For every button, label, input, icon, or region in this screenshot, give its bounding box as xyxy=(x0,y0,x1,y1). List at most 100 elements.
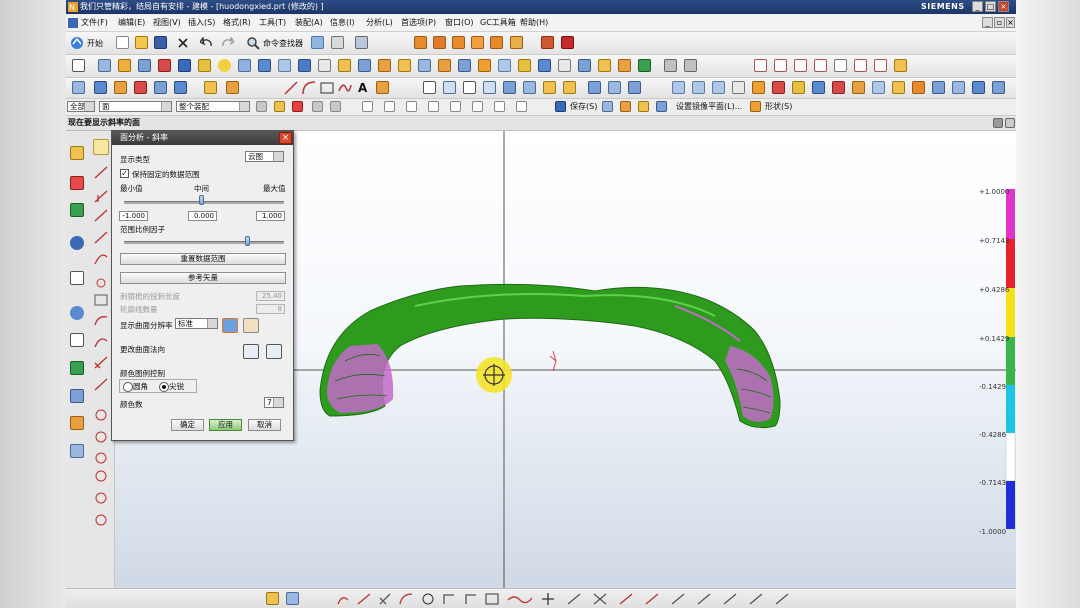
view-icon-4[interactable] xyxy=(563,81,576,94)
min-value-field[interactable]: -1.000 xyxy=(119,211,148,221)
chamfer-icon[interactable] xyxy=(298,59,311,72)
layer-icon-2[interactable] xyxy=(620,101,631,112)
surface-icon-5[interactable] xyxy=(154,81,167,94)
render-icon-4[interactable] xyxy=(732,81,745,94)
split-icon[interactable] xyxy=(458,59,471,72)
shape-icon[interactable] xyxy=(750,101,761,112)
dialog-title-bar[interactable]: 面分析 - 斜率 × xyxy=(112,131,293,145)
studio-spline-icon[interactable] xyxy=(338,81,352,95)
command-finder-icon[interactable] xyxy=(246,36,260,50)
bottom-sketch-icon[interactable] xyxy=(266,592,279,605)
rectangle-icon[interactable] xyxy=(320,81,334,95)
new-file-icon[interactable] xyxy=(116,36,129,49)
view-icon-2[interactable] xyxy=(523,81,536,94)
render-icon-5[interactable] xyxy=(752,81,765,94)
pattern-icon[interactable] xyxy=(378,59,391,72)
tool-icon-c[interactable] xyxy=(355,36,368,49)
assembly-navigator-icon[interactable] xyxy=(70,146,84,160)
web-browser-icon[interactable] xyxy=(70,236,84,250)
feature-icon-1[interactable] xyxy=(414,36,427,49)
menu-file[interactable]: 文件(F) xyxy=(81,17,108,28)
view-icon-3[interactable] xyxy=(543,81,556,94)
cancel-button[interactable]: 取消 xyxy=(248,419,281,431)
range-scale-slider-track[interactable] xyxy=(124,241,284,244)
reuse-library-icon[interactable] xyxy=(70,203,84,217)
snap-point-icon-8[interactable] xyxy=(516,101,527,112)
curve-icon[interactable] xyxy=(684,59,697,72)
system-materials-icon[interactable] xyxy=(70,333,84,347)
save-button[interactable]: 保存(S) xyxy=(570,101,597,112)
render-icon-7[interactable] xyxy=(792,81,805,94)
arc-icon[interactable] xyxy=(302,81,316,95)
snap-point-icon-3[interactable] xyxy=(406,101,417,112)
dialog-close-button[interactable]: × xyxy=(279,132,292,144)
surface-icon-4[interactable] xyxy=(134,81,147,94)
doc-close-button[interactable]: × xyxy=(1006,17,1015,28)
assembly-scope-select[interactable]: 整个装配 xyxy=(176,101,250,112)
tool-icon-a[interactable] xyxy=(311,36,324,49)
curve-tool-icon-7[interactable] xyxy=(874,59,887,72)
curve-tool-icon-6[interactable] xyxy=(854,59,867,72)
unite-icon[interactable] xyxy=(478,59,491,72)
face-filter-select[interactable]: 面 xyxy=(99,101,172,112)
spike-length-field[interactable]: 25.40 xyxy=(256,291,285,301)
block-icon[interactable] xyxy=(178,59,191,72)
feature-icon-8[interactable] xyxy=(561,36,574,49)
snap-point-icon-5[interactable] xyxy=(450,101,461,112)
sew-icon[interactable] xyxy=(438,59,451,72)
menu-insert[interactable]: 插入(S) xyxy=(188,17,215,28)
render-icon-16[interactable] xyxy=(972,81,985,94)
cylinder-icon[interactable] xyxy=(198,59,211,72)
undo-icon[interactable] xyxy=(200,37,213,49)
history-icon[interactable] xyxy=(70,271,84,285)
pan-icon[interactable] xyxy=(463,81,476,94)
color-count-select[interactable]: 7 xyxy=(264,397,284,408)
mirror-plane-icon[interactable] xyxy=(656,101,667,112)
view-icon-5[interactable] xyxy=(588,81,601,94)
resolution-mesh-icon[interactable] xyxy=(243,318,259,333)
render-icon-13[interactable] xyxy=(912,81,925,94)
snap-point-icon-2[interactable] xyxy=(384,101,395,112)
extract-icon[interactable] xyxy=(538,59,551,72)
snap-point-icon-4[interactable] xyxy=(428,101,439,112)
menu-preferences[interactable]: 首选项(P) xyxy=(401,17,436,28)
view-icon-1[interactable] xyxy=(503,81,516,94)
render-icon-1[interactable] xyxy=(672,81,685,94)
surface-icon-6[interactable] xyxy=(174,81,187,94)
hole-icon[interactable] xyxy=(138,59,151,72)
snap-point-icon-7[interactable] xyxy=(494,101,505,112)
curve-tool-icon-5[interactable] xyxy=(834,59,847,72)
contour-count-field[interactable]: 8 xyxy=(256,304,285,314)
thicken-icon[interactable] xyxy=(418,59,431,72)
menu-analysis[interactable]: 分析(L) xyxy=(366,17,393,28)
menu-edit[interactable]: 编辑(E) xyxy=(118,17,145,28)
analysis-icon[interactable] xyxy=(638,59,651,72)
surface-icon-1[interactable] xyxy=(72,81,85,94)
start-icon[interactable] xyxy=(70,36,84,50)
render-icon-14[interactable] xyxy=(932,81,945,94)
surface-icon-7[interactable] xyxy=(204,81,217,94)
command-finder-button[interactable]: 命令查找器 xyxy=(263,38,303,49)
cue-close-icon[interactable] xyxy=(1005,118,1015,128)
text-icon[interactable]: A xyxy=(358,81,367,95)
save-view-icon[interactable] xyxy=(555,101,566,112)
resolution-shaded-icon[interactable] xyxy=(222,318,238,333)
zoom-icon[interactable] xyxy=(443,81,456,94)
offset-face-icon[interactable] xyxy=(598,59,611,72)
type-filter-select[interactable]: 全部 xyxy=(67,101,95,112)
curve-tool-main-icon[interactable] xyxy=(93,139,109,155)
range-scale-slider-thumb[interactable] xyxy=(245,236,251,246)
menu-gc-toolkit[interactable]: GC工具箱 xyxy=(480,17,516,28)
shape-menu-button[interactable]: 形状(S) xyxy=(765,101,792,112)
surface-icon-2[interactable] xyxy=(94,81,107,94)
maximize-button[interactable]: □ xyxy=(985,1,996,12)
minimize-button[interactable]: _ xyxy=(972,1,983,12)
selection-icon-1[interactable] xyxy=(256,101,267,112)
doc-minimize-button[interactable]: _ xyxy=(982,17,993,28)
replace-face-icon[interactable] xyxy=(578,59,591,72)
intersect-icon[interactable] xyxy=(518,59,531,72)
display-type-select[interactable]: 云图 xyxy=(245,151,284,162)
close-window-button[interactable]: × xyxy=(998,1,1009,12)
curve-tool-icon-1[interactable] xyxy=(754,59,767,72)
render-icon-11[interactable] xyxy=(872,81,885,94)
